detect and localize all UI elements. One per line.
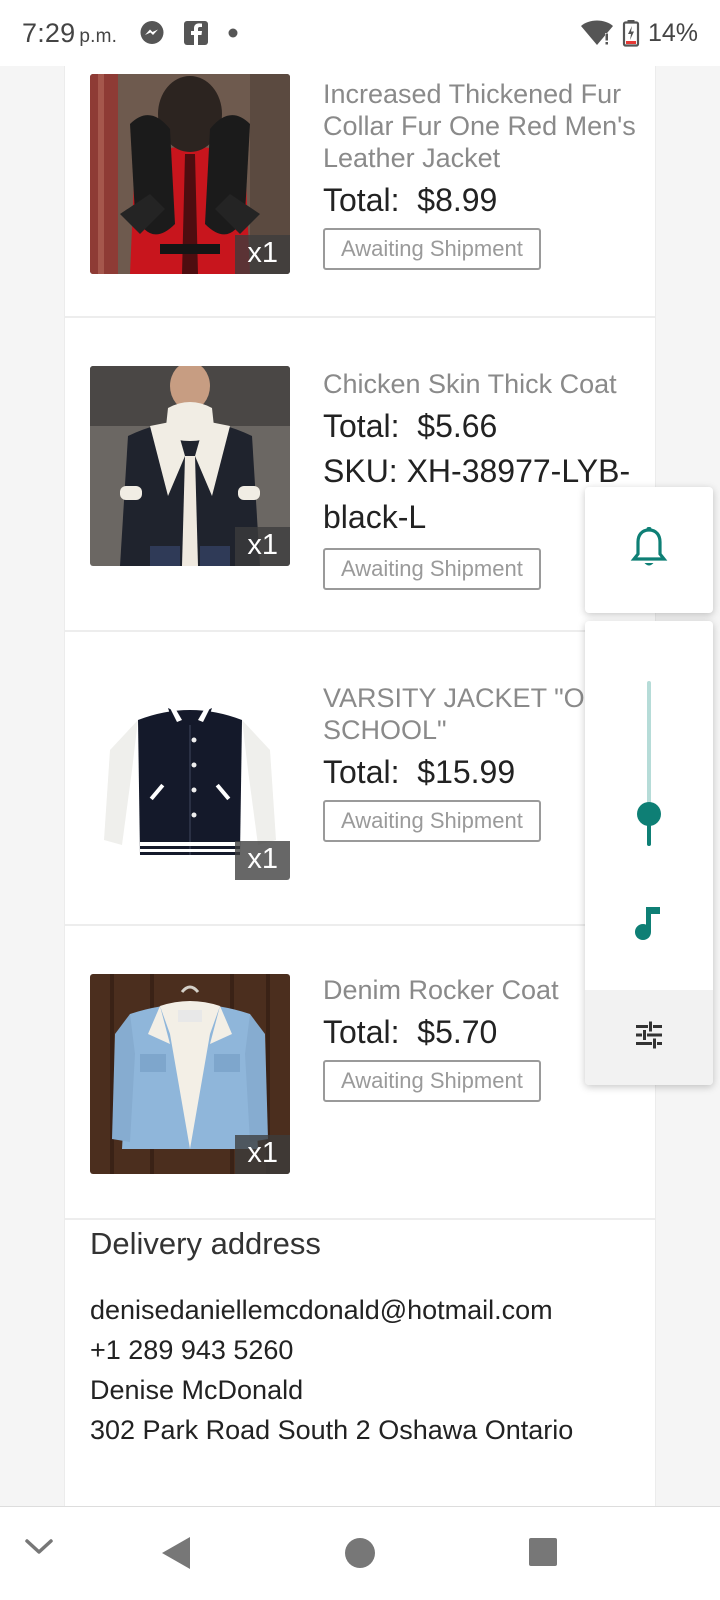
item-total: Total: $8.99 bbox=[323, 180, 647, 220]
delivery-street: 302 Park Road South 2 Oshawa Ontario bbox=[90, 1415, 574, 1445]
order-details-content: x1 Increased Thickened Fur Collar Fur On… bbox=[64, 66, 656, 1506]
status-time: 7:29 p.m. bbox=[22, 18, 117, 49]
status-badge: Awaiting Shipment bbox=[323, 228, 541, 270]
total-label: Total: bbox=[323, 182, 400, 218]
navigation-bar bbox=[0, 1506, 720, 1600]
product-thumbnail[interactable]: x1 bbox=[90, 74, 290, 274]
music-note-icon bbox=[633, 903, 665, 948]
delivery-name: Denise McDonald bbox=[90, 1375, 304, 1405]
recents-icon[interactable] bbox=[528, 1537, 558, 1567]
product-thumbnail[interactable]: x1 bbox=[90, 974, 290, 1174]
quantity-badge: x1 bbox=[235, 841, 290, 880]
chevron-down-icon[interactable] bbox=[24, 1537, 54, 1557]
total-value: $15.99 bbox=[417, 754, 516, 790]
status-badge: Awaiting Shipment bbox=[323, 800, 541, 842]
total-label: Total: bbox=[323, 408, 400, 444]
delivery-phone: +1 289 943 5260 bbox=[90, 1335, 294, 1365]
order-item[interactable]: x1 Chicken Skin Thick Coat Total: $5.66 … bbox=[65, 318, 655, 632]
volume-settings-button[interactable] bbox=[585, 990, 713, 1085]
quantity-badge: x1 bbox=[235, 235, 290, 274]
volume-slider-thumb[interactable] bbox=[637, 802, 661, 826]
product-thumbnail[interactable]: x1 bbox=[90, 366, 290, 566]
quantity-badge: x1 bbox=[235, 1135, 290, 1174]
order-item[interactable]: x1 Increased Thickened Fur Collar Fur On… bbox=[65, 66, 655, 318]
total-label: Total: bbox=[323, 754, 400, 790]
wifi-icon bbox=[580, 19, 614, 47]
status-bar: 7:29 p.m. 14% bbox=[0, 0, 720, 66]
home-icon[interactable] bbox=[344, 1537, 376, 1569]
delivery-address-section: Delivery address denisedaniellemcdonald@… bbox=[90, 1226, 645, 1450]
total-label: Total: bbox=[323, 1014, 400, 1050]
sku-label: SKU: bbox=[323, 453, 398, 489]
bell-icon[interactable] bbox=[629, 526, 669, 575]
product-name[interactable]: Increased Thickened Fur Collar Fur One R… bbox=[323, 78, 647, 174]
status-badge: Awaiting Shipment bbox=[323, 548, 541, 590]
battery-percent: 14% bbox=[647, 18, 698, 47]
delivery-email: denisedaniellemcdonald@hotmail.com bbox=[90, 1295, 553, 1325]
item-total: Total: $5.66 bbox=[323, 406, 647, 446]
product-name[interactable]: Chicken Skin Thick Coat bbox=[323, 368, 647, 400]
status-badge: Awaiting Shipment bbox=[323, 1060, 541, 1102]
clock-time: 7:29 bbox=[22, 17, 76, 48]
battery-icon bbox=[622, 19, 640, 47]
equalizer-settings-icon bbox=[634, 1021, 664, 1054]
notification-dot-icon bbox=[227, 27, 239, 39]
product-thumbnail[interactable]: x1 bbox=[90, 680, 290, 880]
volume-panel bbox=[585, 621, 713, 1085]
messenger-icon bbox=[139, 20, 165, 46]
total-value: $5.66 bbox=[417, 408, 498, 444]
order-item[interactable]: x1 VARSITY JACKET "OLD SCHOOL" Total: $1… bbox=[65, 632, 655, 926]
total-value: $8.99 bbox=[417, 182, 498, 218]
section-title: Delivery address bbox=[90, 1226, 321, 1261]
clock-ampm: p.m. bbox=[79, 25, 118, 47]
facebook-icon bbox=[183, 20, 209, 46]
total-value: $5.70 bbox=[417, 1014, 498, 1050]
back-icon[interactable] bbox=[160, 1535, 192, 1571]
order-item[interactable]: x1 Denim Rocker Coat Total: $5.70 Awaiti… bbox=[65, 926, 655, 1220]
quantity-badge: x1 bbox=[235, 527, 290, 566]
volume-ringer-card[interactable] bbox=[585, 487, 713, 613]
